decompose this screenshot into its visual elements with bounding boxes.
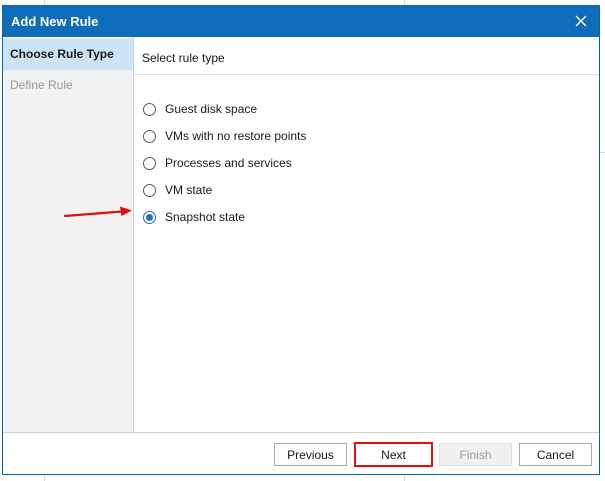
screen: Add New Rule Choose Rule Type Define Rul… — [0, 0, 605, 481]
cancel-button[interactable]: Cancel — [519, 443, 592, 466]
radio-button[interactable] — [143, 183, 156, 197]
dialog-titlebar[interactable]: Add New Rule — [3, 6, 599, 37]
close-button[interactable] — [567, 8, 595, 35]
radio-label: VM state — [165, 183, 213, 197]
step-choose-rule-type[interactable]: Choose Rule Type — [3, 39, 133, 70]
content-header-text: Select rule type — [142, 51, 225, 65]
radio-button[interactable] — [143, 129, 156, 143]
radio-label: Guest disk space — [165, 102, 258, 116]
radio-label: VMs with no restore points — [165, 129, 307, 143]
radio-label: Snapshot state — [165, 210, 246, 224]
dialog-footer: Previous Next Finish Cancel — [3, 432, 599, 474]
radio-option-processes-and-services[interactable]: Processes and services — [143, 153, 292, 173]
wizard-steps-sidebar: Choose Rule Type Define Rule — [3, 37, 134, 432]
step-define-rule: Define Rule — [10, 78, 73, 92]
radio-button[interactable] — [143, 102, 156, 116]
radio-option-guest-disk-space[interactable]: Guest disk space — [143, 99, 257, 119]
radio-option-snapshot-state[interactable]: Snapshot state — [143, 207, 245, 227]
radio-button[interactable] — [143, 156, 156, 170]
next-button[interactable]: Next — [354, 442, 433, 467]
red-arrow-icon — [64, 206, 132, 218]
close-icon — [575, 15, 587, 27]
wizard-content: Select rule type Guest disk space VMs wi… — [134, 37, 599, 432]
add-new-rule-dialog: Add New Rule Choose Rule Type Define Rul… — [2, 5, 600, 475]
content-header: Select rule type — [134, 37, 599, 75]
dialog-title: Add New Rule — [11, 14, 99, 29]
radio-option-vms-no-restore-points[interactable]: VMs with no restore points — [143, 126, 306, 146]
radio-button-selected[interactable] — [143, 210, 156, 224]
finish-button: Finish — [439, 443, 512, 466]
radio-option-vm-state[interactable]: VM state — [143, 180, 212, 200]
previous-button[interactable]: Previous — [274, 443, 347, 466]
radio-label: Processes and services — [165, 156, 292, 170]
